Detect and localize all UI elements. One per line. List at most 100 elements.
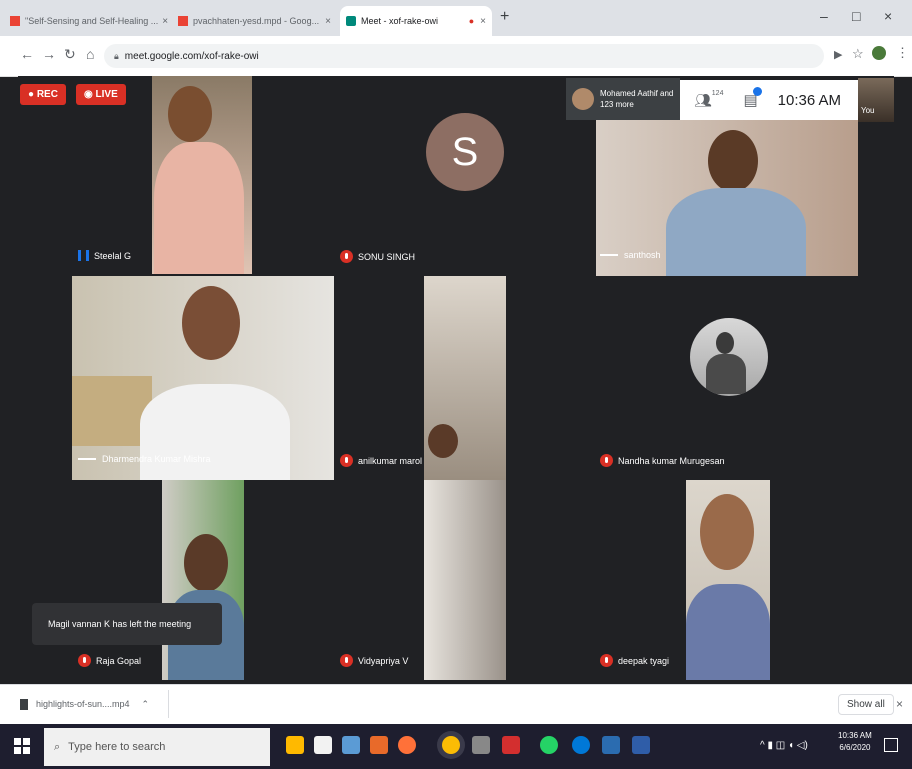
meet-top-controls: 👥︎ 124 ▤ 10:36 AM	[680, 80, 858, 120]
tab-title: Meet - xof-rake-owi	[361, 16, 439, 26]
people-icon[interactable]: 👥︎	[694, 92, 712, 109]
chat-icon[interactable]: ▤	[743, 87, 763, 109]
mic-off-icon	[600, 654, 613, 667]
tab-title: "Self-Sensing and Self-Healing ...	[25, 16, 159, 26]
app-icon[interactable]	[472, 736, 490, 754]
gmail-icon	[10, 16, 20, 26]
participant-body	[706, 354, 746, 394]
taskbar-clock[interactable]: 10:36 AM 6/6/2020	[838, 730, 872, 754]
mic-off-icon	[340, 454, 353, 467]
photos-icon[interactable]	[342, 736, 360, 754]
clock-time: 10:36 AM	[838, 731, 872, 740]
avatar	[690, 318, 768, 396]
profile-avatar[interactable]	[872, 46, 886, 60]
video-tile-vidyapriya[interactable]	[424, 480, 506, 680]
slides-icon	[178, 16, 188, 26]
video-tile-rajagopal[interactable]	[162, 480, 244, 680]
participant-body	[666, 188, 806, 276]
minimize-button[interactable]: –	[820, 8, 828, 24]
participant-name: Raja Gopal	[96, 655, 142, 666]
participant-label: SONU SINGH	[340, 250, 415, 263]
video-tile-deepak[interactable]	[686, 480, 770, 680]
close-tab-icon[interactable]: ×	[158, 16, 168, 27]
store-icon[interactable]	[314, 736, 332, 754]
participant-name: SONU SINGH	[358, 251, 416, 262]
close-tab-icon[interactable]: ×	[476, 16, 486, 27]
search-icon: ⌕	[54, 740, 61, 753]
close-window-button[interactable]: ×	[884, 8, 892, 24]
participant-name: anilkumar marol	[358, 455, 423, 466]
participant-label: Dharmendra Kumar Mishra	[78, 454, 211, 464]
participant-face	[708, 130, 758, 192]
download-item[interactable]: highlights-of-sun....mp4 ⌃	[20, 690, 169, 718]
participant-name: Vidyapriya V	[358, 655, 409, 666]
video-tile-anilkumar[interactable]	[424, 276, 506, 480]
home-icon[interactable]: ⌂	[86, 46, 94, 62]
mic-off-icon	[600, 454, 613, 467]
participant-name: Nandha kumar Murugesan	[618, 455, 725, 466]
presenter-info[interactable]: Mohamed Aathif and 123 more	[566, 78, 680, 120]
participant-label: anilkumar marol	[340, 454, 422, 467]
tab-title: pvachhaten-yesd.mpd - Goog...	[193, 16, 320, 26]
live-label: LIVE	[95, 89, 118, 100]
browser-tab-meet[interactable]: Meet - xof-rake-owi ● ×	[340, 6, 492, 36]
participant-label: santhosh	[600, 250, 661, 260]
participant-label: Vidyapriya V	[340, 654, 408, 667]
meeting-time: 10:36 AM	[777, 91, 842, 109]
video-tile-dharmendra[interactable]	[72, 276, 334, 480]
notification-toast: Magil vannan K has left the meeting	[32, 603, 222, 645]
notification-center-icon[interactable]	[884, 738, 898, 752]
self-view-tile[interactable]: You	[858, 78, 894, 122]
reload-icon[interactable]: ↻	[64, 46, 76, 63]
avatar: S	[426, 113, 504, 191]
audio-level-icon	[600, 254, 618, 256]
participant-body	[140, 384, 290, 480]
audio-level-icon	[78, 458, 96, 460]
forward-arrow-icon[interactable]: →	[42, 46, 56, 62]
participant-name: Steelal G	[94, 250, 132, 261]
participant-label: Steelal G	[78, 250, 131, 261]
participant-name: santhosh	[624, 250, 661, 260]
system-tray-icons[interactable]: ^ ▮ ◫ ◖ ◁)	[760, 740, 808, 751]
download-filename: highlights-of-sun....mp4	[36, 699, 130, 709]
maximize-button[interactable]: □	[852, 8, 860, 24]
people-count: 124	[711, 89, 724, 97]
participant-face	[428, 424, 458, 458]
edge-icon[interactable]	[572, 736, 590, 754]
new-tab-button[interactable]: +	[500, 8, 509, 26]
app-icon[interactable]	[602, 736, 620, 754]
camera-in-use-icon[interactable]: ▶	[834, 48, 842, 61]
close-download-bar-icon[interactable]: ×	[896, 697, 903, 711]
chevron-up-icon[interactable]: ⌃	[142, 699, 150, 710]
clock-date: 6/6/2020	[839, 743, 871, 752]
video-tile-steelal[interactable]	[152, 76, 252, 274]
self-label: You	[861, 106, 875, 115]
browser-tab-1[interactable]: "Self-Sensing and Self-Healing ... ×	[4, 6, 169, 36]
windows-start-icon[interactable]	[14, 738, 30, 754]
participant-face	[182, 286, 240, 360]
bookmark-star-icon[interactable]: ☆	[852, 46, 864, 62]
lock-icon: 🔒︎	[114, 50, 119, 61]
taskbar-search[interactable]: ⌕ Type here to search	[44, 728, 270, 766]
mic-off-icon	[340, 250, 353, 263]
participant-face	[700, 494, 754, 570]
chrome-icon[interactable]	[442, 736, 460, 754]
file-explorer-icon[interactable]	[286, 736, 304, 754]
participant-label: deepak tyagi	[600, 654, 669, 667]
close-tab-icon[interactable]: ×	[321, 16, 331, 27]
firefox-icon[interactable]	[398, 736, 416, 754]
meet-icon	[346, 16, 356, 26]
browser-tab-2[interactable]: pvachhaten-yesd.mpd - Goog... ×	[172, 6, 337, 36]
app-icon[interactable]	[370, 736, 388, 754]
participant-body	[154, 142, 244, 274]
address-bar[interactable]: 🔒︎ meet.google.com/xof-rake-owi	[104, 44, 824, 68]
recording-dot-icon: ●	[468, 16, 475, 26]
avatar	[572, 88, 594, 110]
back-arrow-icon[interactable]: ←	[20, 46, 34, 62]
menu-dots-icon[interactable]: ⋮	[896, 45, 909, 61]
whatsapp-icon[interactable]	[540, 736, 558, 754]
app-icon[interactable]	[502, 736, 520, 754]
show-all-button[interactable]: Show all	[838, 694, 894, 715]
mic-off-icon	[78, 654, 91, 667]
app-icon[interactable]	[632, 736, 650, 754]
